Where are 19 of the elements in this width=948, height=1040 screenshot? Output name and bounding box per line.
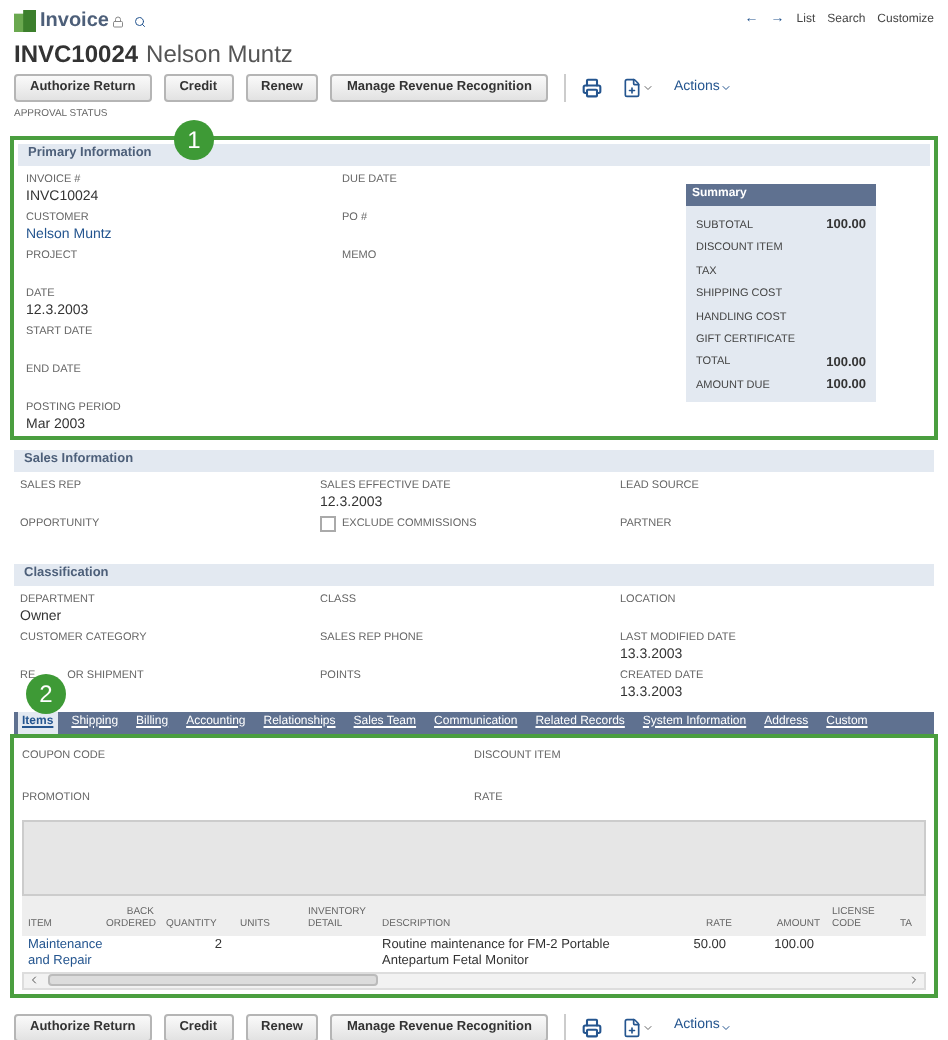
record-type: Invoice [40, 8, 109, 36]
invoice-icon [14, 10, 36, 32]
new-document-icon[interactable] [621, 78, 642, 98]
customer-name: Nelson Muntz [146, 38, 293, 72]
caret-icon[interactable] [641, 1021, 654, 1033]
search-icon[interactable] [134, 15, 147, 27]
lock-icon [112, 15, 125, 27]
caret-icon[interactable] [641, 82, 654, 94]
record-id: INVC10024 [14, 38, 139, 72]
print-icon[interactable] [581, 1017, 602, 1037]
checkbox[interactable] [320, 515, 336, 532]
caret-icon[interactable] [719, 82, 732, 94]
scroll-right-icon[interactable] [908, 974, 920, 986]
print-icon[interactable] [581, 78, 602, 98]
caret-icon[interactable] [719, 1021, 732, 1033]
scrollbar-thumb[interactable] [48, 974, 378, 986]
callout-number: 1 [174, 119, 214, 159]
scroll-left-icon[interactable] [28, 974, 40, 986]
new-document-icon[interactable] [621, 1017, 642, 1037]
